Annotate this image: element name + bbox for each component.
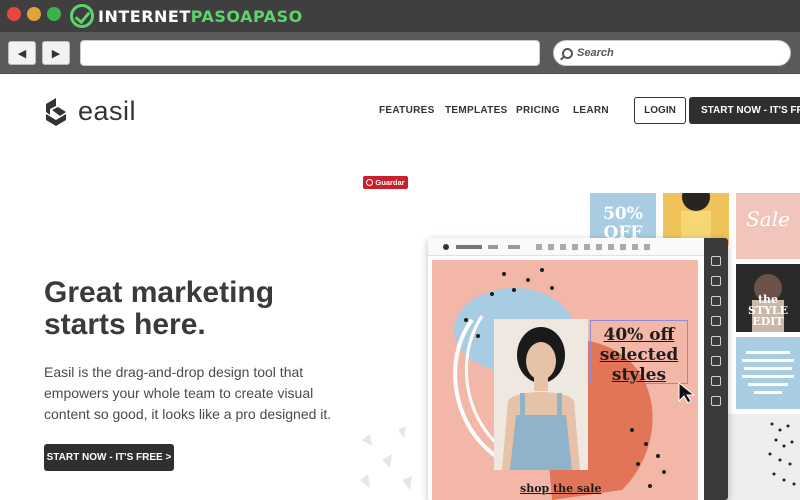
editor-toolbar (428, 238, 728, 256)
hero-title: Great marketing starts here. (44, 276, 275, 341)
site-logo[interactable]: easil (44, 96, 136, 127)
template-tile-sale: Sale (736, 193, 800, 259)
close-window-button[interactable] (7, 7, 21, 21)
sidebar-text-icon[interactable] (711, 296, 721, 306)
watermark-brand: INTERNETPASOAPASO (98, 7, 303, 26)
sidebar-elements-icon[interactable] (711, 336, 721, 346)
login-button[interactable]: LOGIN (634, 97, 686, 124)
minimize-window-button[interactable] (27, 7, 41, 21)
design-editor-preview: 40% off selected styles shop the sale (428, 238, 728, 500)
hero-description: Easil is the drag-and-drop design tool t… (44, 364, 332, 422)
sidebar-lock-icon[interactable] (711, 396, 721, 406)
nav-learn-link[interactable]: LEARN (573, 105, 609, 116)
site-name: easil (78, 96, 137, 126)
sidebar-layers-icon[interactable] (711, 376, 721, 386)
model-illustration (494, 319, 588, 470)
nav-features-link[interactable]: FEATURES (379, 105, 435, 116)
pinterest-save-button[interactable]: Guardar (363, 176, 408, 189)
sidebar-grid-icon[interactable] (711, 276, 721, 286)
tile-sale-text: Sale (746, 207, 790, 231)
template-tile-style: the STYLE EDIT (736, 264, 800, 332)
sidebar-image-icon[interactable] (711, 316, 721, 326)
easil-logo-icon (46, 97, 66, 126)
window-titlebar: INTERNETPASOAPASO (0, 0, 800, 32)
maximize-window-button[interactable] (47, 7, 61, 21)
design-canvas[interactable]: 40% off selected styles shop the sale (432, 260, 698, 500)
editor-toolbar-icons (443, 244, 650, 250)
template-tile-blue (736, 337, 800, 409)
nav-templates-link[interactable]: TEMPLATES (445, 105, 508, 116)
forward-button[interactable]: ▶ (42, 41, 70, 65)
mouse-cursor-icon (678, 382, 696, 404)
start-now-hero-button[interactable]: START NOW - IT'S FREE > (44, 444, 174, 471)
model-photo[interactable] (494, 319, 588, 470)
brand-accent: PASOAPASO (190, 7, 303, 26)
search-placeholder: Search (577, 47, 614, 59)
page: INTERNETPASOAPASO ◀ ▶ Search easil FEATU… (0, 0, 800, 500)
template-tile-dots (722, 414, 800, 500)
forward-arrow-icon: ▶ (51, 47, 61, 60)
decorative-shapes (360, 426, 412, 490)
back-button[interactable]: ◀ (8, 41, 36, 65)
sidebar-upload-icon[interactable] (711, 356, 721, 366)
tile-text-lines (742, 351, 794, 394)
editor-sidebar (704, 238, 728, 500)
back-arrow-icon: ◀ (17, 47, 27, 60)
pinterest-icon (366, 179, 374, 186)
search-icon (562, 47, 573, 59)
nav-pricing-link[interactable]: PRICING (516, 105, 560, 116)
browser-search-field[interactable]: Search (553, 40, 791, 66)
checkmark-logo-icon (70, 4, 94, 28)
brand-prefix: INTERNET (98, 7, 191, 26)
sidebar-layout-icon[interactable] (711, 256, 721, 266)
tile-style-text: the STYLE EDIT (747, 293, 789, 328)
browser-toolbar: ◀ ▶ Search (0, 32, 800, 74)
pinterest-save-label: Guardar (375, 178, 405, 187)
start-now-header-button[interactable]: START NOW - IT'S FREE (689, 97, 800, 124)
shop-the-sale-text[interactable]: shop the sale (520, 482, 601, 495)
address-bar[interactable] (80, 40, 540, 66)
offer-headline[interactable]: 40% off selected styles (595, 325, 683, 385)
tile-dots-pattern (768, 422, 796, 486)
